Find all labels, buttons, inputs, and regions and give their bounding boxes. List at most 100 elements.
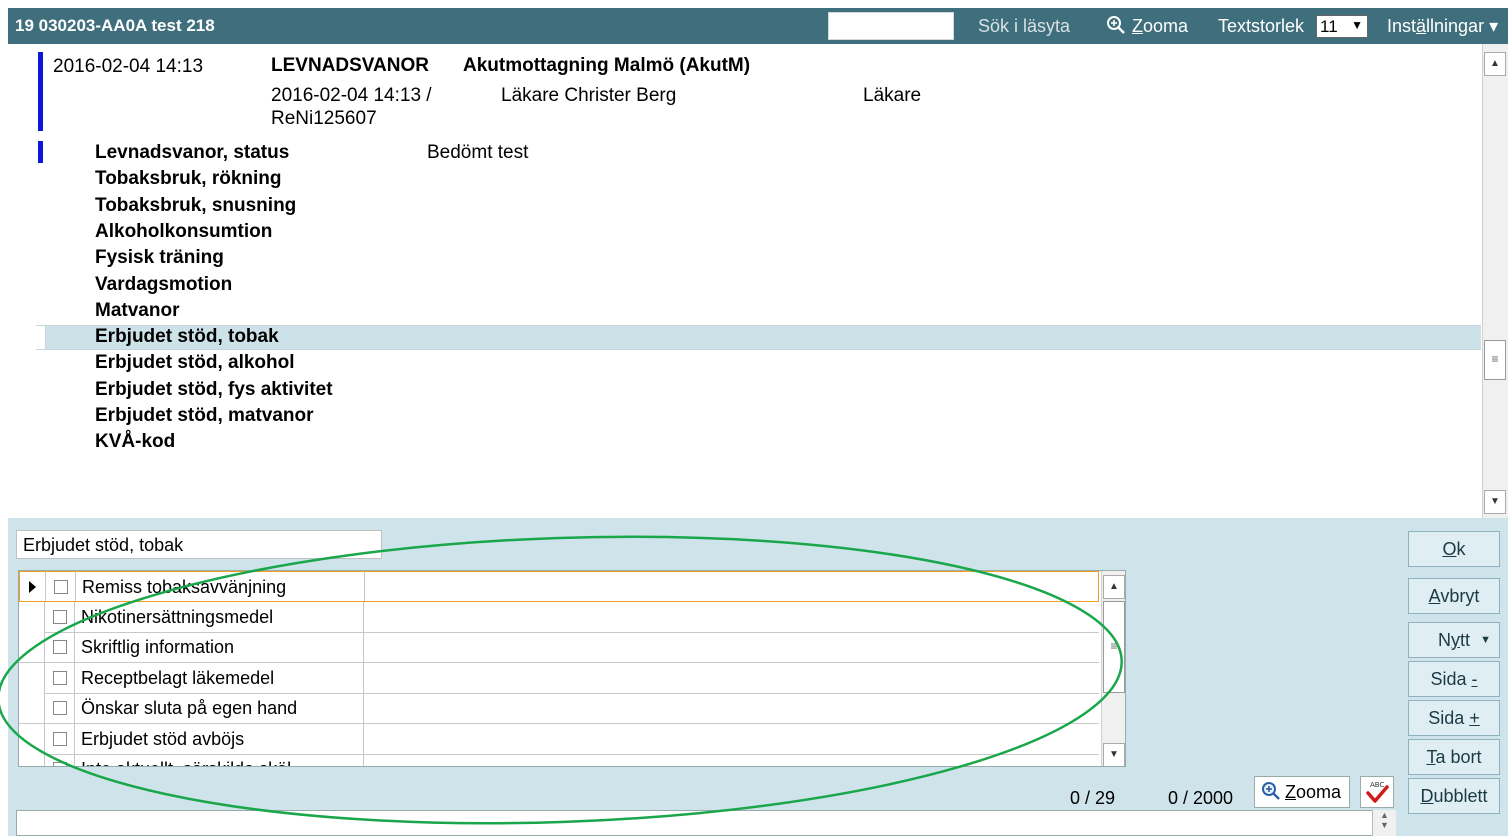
option-row[interactable]: Skriftlig information [19,632,1099,663]
keyword-label[interactable]: Tobaksbruk, snusning [95,195,296,217]
keyword-value: Bedömt test [427,142,529,163]
chevron-down-icon: ▼ [1351,18,1363,32]
keyword-label[interactable]: Erbjudet stöd, tobak [95,326,279,348]
entry-sign-id: ReNi125607 [271,108,377,129]
scroll-down-icon[interactable]: ▼ [1484,490,1506,514]
row-selector[interactable] [19,662,45,693]
comment-field[interactable] [16,810,1396,836]
column-divider [363,723,364,754]
row-selector[interactable] [19,601,45,632]
page-next-button[interactable]: Sida + [1408,700,1500,736]
zoom-icon [1107,16,1125,34]
zoom-button[interactable]: Zooma [1106,15,1188,37]
entry-sign-date: 2016-02-04 14:13 / [271,85,432,106]
scroll-up-icon[interactable]: ▲ [1103,575,1125,599]
keyword-label[interactable]: Erbjudet stöd, matvanor [95,405,314,427]
textsize-select[interactable]: 11 ▼ [1316,15,1368,38]
journal-scrollbar[interactable]: ▲ ≡ ▼ [1482,44,1508,518]
ok-accel: O [1442,539,1457,559]
settings-label-post: llningar ▾ [1426,16,1499,36]
zoom-text-button[interactable]: Zooma [1254,776,1350,808]
input-panel: Erbjudet stöd, tobak Remiss tobaksavvänj… [8,518,1508,836]
options-scrollbar[interactable]: ▲ ≡ ▼ [1101,571,1125,766]
textsize-label: Textstorlek [1218,16,1305,36]
scroll-up-icon[interactable]: ▲ [1484,52,1506,76]
keyword-label[interactable]: KVÅ-kod [95,431,175,453]
column-divider [363,632,364,662]
new-button[interactable]: Nytt ▼ [1408,622,1500,658]
settings-menu[interactable]: Inställningar ▾ [1387,16,1498,37]
selected-keyword-field[interactable]: Erbjudet stöd, tobak [16,530,382,559]
entry-unit: Akutmottagning Malmö (AkutM) [463,55,751,76]
column-divider [363,662,364,693]
duplicate-label: ubblett [1433,786,1488,806]
search-label[interactable]: Sök i läsyta [978,16,1070,37]
new-accel: y [1450,630,1460,650]
options-grid[interactable]: Remiss tobaksavvänjning Nikotinersättning… [18,570,1126,767]
page-prev-button[interactable]: Sida - [1408,661,1500,697]
column-divider [363,754,364,766]
duplicate-button[interactable]: Dubblett [1408,778,1500,814]
new-label-pre: N [1437,630,1451,650]
char-counter-long: 0 / 2000 [1168,788,1234,808]
page-next-label: Sida [1428,708,1470,728]
row-marker [36,326,46,349]
option-checkbox[interactable] [53,609,67,624]
scroll-down-icon[interactable]: ▼ [1103,743,1125,766]
comment-scroll-icon[interactable]: ▲ ▼ [1372,810,1396,836]
option-label: Receptbelagt läkemedel [81,667,275,688]
title-bar: 19 030203-AA0A test 218 Sök i läsyta Zoo… [8,8,1508,44]
scroll-thumb[interactable]: ≡ [1103,601,1125,693]
keyword-label[interactable]: Alkoholkonsumtion [95,221,272,243]
scroll-thumb[interactable]: ≡ [1484,340,1506,380]
option-checkbox[interactable] [54,580,68,594]
search-input[interactable] [828,12,954,40]
new-label-post: tt [1459,630,1470,650]
keyword-label[interactable]: Erbjudet stöd, alkohol [95,352,295,374]
row-selector[interactable] [19,754,45,766]
option-row[interactable]: Inte aktuellt, särskilda skäl [19,754,1099,766]
keyword-label[interactable]: Levnadsvanor, status [95,142,289,164]
keyword-label[interactable]: Matvanor [95,300,179,322]
option-label: Remiss tobaksavvänjning [82,577,287,597]
option-row[interactable]: Önskar sluta på egen hand [19,693,1099,724]
zoom-small-label: ooma [1296,782,1342,802]
zoom-icon [1262,782,1280,800]
option-label: Nikotinersättningsmedel [81,606,274,627]
entry-datetime: 2016-02-04 14:13 [53,56,204,77]
zoom-label: ooma [1143,16,1189,36]
spellcheck-button[interactable]: ABC [1360,776,1394,808]
page-prev-label: Sida [1430,669,1472,689]
option-checkbox[interactable] [53,670,67,685]
keyword-label[interactable]: Vardagsmotion [95,274,232,296]
char-counter-short: 0 / 29 [1070,788,1116,808]
option-row[interactable]: Remiss tobaksavvänjning [19,571,1099,602]
option-checkbox[interactable] [53,731,67,746]
cancel-button[interactable]: Avbryt [1408,578,1500,614]
zoom-accel: Z [1132,16,1143,36]
option-checkbox[interactable] [53,701,67,715]
option-row[interactable]: Receptbelagt läkemedel [19,662,1099,694]
svg-text:ABC: ABC [1370,781,1384,789]
keyword-label[interactable]: Erbjudet stöd, fys aktivitet [95,379,333,401]
zoom-small-accel: Z [1285,782,1296,802]
textsize-value: 11 [1320,17,1338,36]
chevron-down-icon: ▼ [1480,634,1491,646]
row-selector[interactable] [19,632,45,662]
journal-reading-area: 2016-02-04 14:13 LEVNADSVANOR Akutmottag… [8,44,1508,518]
option-row[interactable]: Nikotinersättningsmedel [19,601,1099,633]
page-next-accel: + [1469,708,1480,728]
duplicate-accel: D [1420,786,1434,806]
option-checkbox[interactable] [53,762,67,766]
ok-button[interactable]: Ok [1408,531,1500,567]
option-checkbox[interactable] [53,640,67,654]
row-selector[interactable] [20,572,46,601]
settings-label-pre: Inst [1387,16,1417,36]
delete-button[interactable]: Ta bort [1408,739,1500,775]
row-selector[interactable] [19,723,45,754]
keyword-label[interactable]: Tobaksbruk, rökning [95,168,282,190]
option-row[interactable]: Erbjudet stöd avböjs [19,723,1099,755]
keyword-label[interactable]: Fysisk träning [95,247,224,269]
row-selector[interactable] [19,693,45,723]
entry-marker-bar [38,52,43,131]
